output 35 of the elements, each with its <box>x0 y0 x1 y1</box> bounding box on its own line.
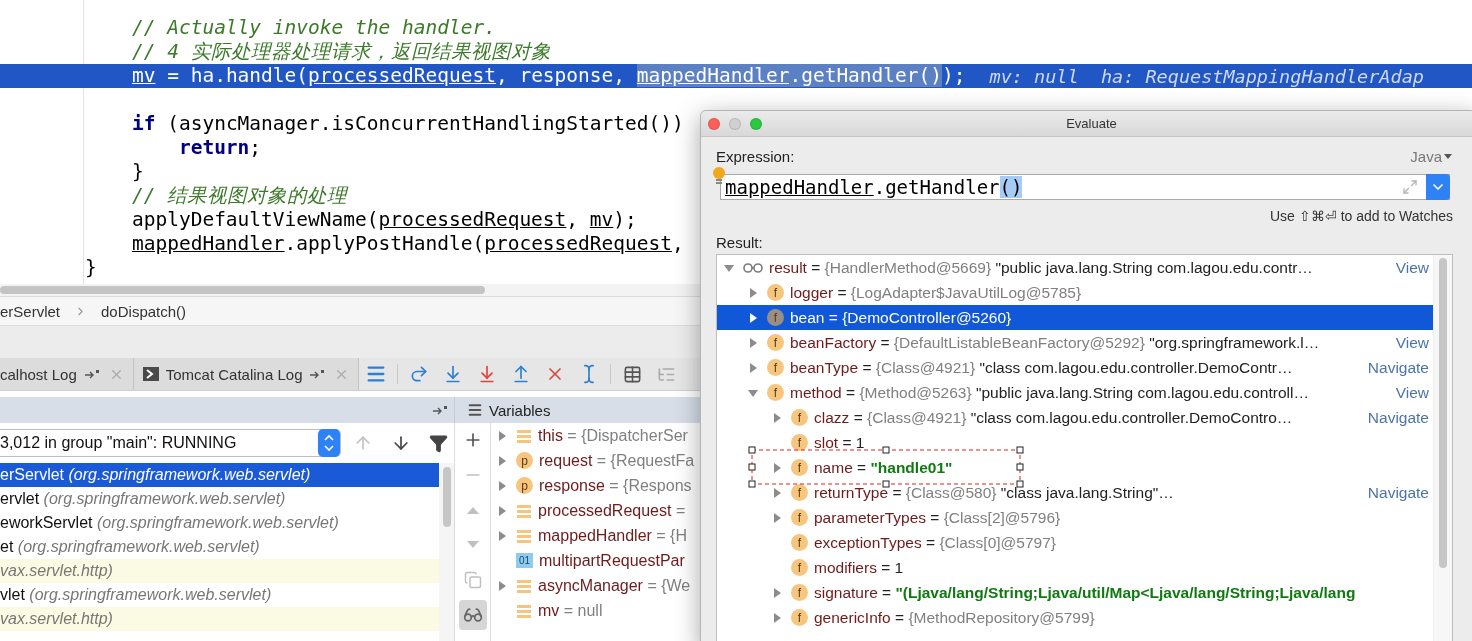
field-badge: f <box>791 584 808 601</box>
code-line: // 结果视图对象的处理 <box>131 184 348 208</box>
code-line: // Actually invoke the handler. <box>131 16 496 40</box>
field-badge: f <box>791 609 808 626</box>
field-badge: f <box>767 309 784 326</box>
field-badge: f <box>767 334 784 351</box>
code-line: mv = ha.handle(processedRequest, response, mappedHandler.getHandler()); <box>131 64 966 88</box>
parameter-badge: p <box>516 452 533 469</box>
field-badge: f <box>791 509 808 526</box>
field-badge: f <box>767 284 784 301</box>
code-line: mappedHandler.applyPostHandle(processedRequest, <box>131 232 684 256</box>
window-title: Evaluate <box>1065 116 1118 131</box>
panel-title: Variables <box>489 401 551 419</box>
field-badge: f <box>791 409 808 426</box>
field-label: Expression: <box>716 147 795 165</box>
primitive-badge: 01 <box>516 553 533 568</box>
code-line: applyDefaultViewName(processedRequest, mv); <box>131 208 637 232</box>
tab-label: calhost Log <box>0 365 77 383</box>
hint-text: Use ⇧⌘⏎ to add to Watches <box>1270 208 1453 224</box>
tab-label: Tomcat Catalina Log <box>165 365 303 383</box>
code-line: } <box>131 160 144 184</box>
field-badge: f <box>791 484 808 501</box>
code-line: if (asyncManager.isConcurrentHandlingStarted()) <box>131 112 684 136</box>
inline-debug-values: mv: null ha: RequestMappingHandlerAdap <box>989 65 1424 87</box>
field-badge: f <box>767 359 784 376</box>
field-badge: f <box>791 434 808 451</box>
field-badge: f <box>791 559 808 576</box>
field-badge: f <box>791 534 808 551</box>
code-line: return; <box>178 136 262 160</box>
code-line: // 4 实际处理器处理请求，返回结果视图对象 <box>131 40 551 64</box>
field-label: Result: <box>716 234 764 252</box>
field-badge: f <box>791 459 808 476</box>
field-badge: f <box>767 384 784 401</box>
code-line: } <box>85 256 97 280</box>
parameter-badge: p <box>516 477 533 494</box>
